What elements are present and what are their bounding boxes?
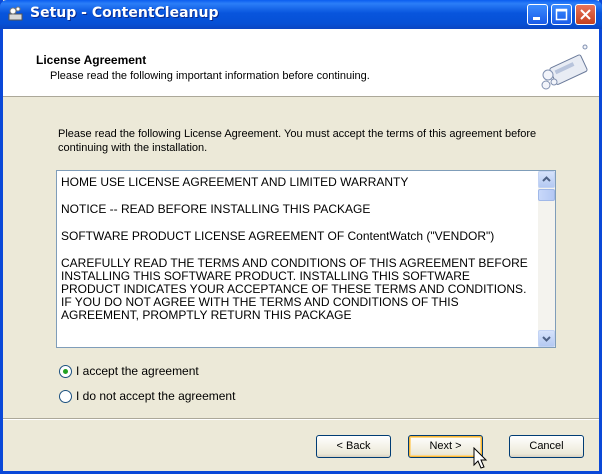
decline-radio-button[interactable] xyxy=(59,389,72,403)
instructions-text: Please read the following License Agreem… xyxy=(58,128,537,154)
close-button[interactable] xyxy=(575,4,596,25)
accept-radio-option[interactable]: I accept the agreement xyxy=(59,364,199,378)
decline-radio-option[interactable]: I do not accept the agreement xyxy=(59,389,235,403)
decline-radio-label[interactable]: I do not accept the agreement xyxy=(76,389,235,403)
scroll-thumb[interactable] xyxy=(538,189,555,201)
installer-disk-icon xyxy=(541,44,588,90)
arrow-cursor-icon xyxy=(473,447,488,469)
page-subtitle: Please read the following important info… xyxy=(50,70,370,82)
setup-icon xyxy=(8,6,23,21)
minimize-button[interactable] xyxy=(527,4,548,25)
license-paragraph: HOME USE LICENSE AGREEMENT AND LIMITED W… xyxy=(61,175,409,189)
accept-radio-button[interactable] xyxy=(59,364,72,378)
page-title: License Agreement xyxy=(36,53,147,67)
title-bar[interactable]: Setup - ContentCleanup xyxy=(0,0,602,29)
scroll-up-button[interactable] xyxy=(538,171,555,188)
scroll-down-button[interactable] xyxy=(538,330,555,347)
chevron-down-icon xyxy=(542,336,551,342)
maximize-button[interactable] xyxy=(551,4,572,25)
license-text: HOME USE LICENSE AGREEMENT AND LIMITED W… xyxy=(61,176,531,336)
footer-divider xyxy=(3,418,599,420)
next-button[interactable]: Next > xyxy=(408,435,483,458)
close-icon xyxy=(580,9,591,20)
back-button[interactable]: < Back xyxy=(316,435,391,458)
license-text-box[interactable]: HOME USE LICENSE AGREEMENT AND LIMITED W… xyxy=(56,170,556,348)
wizard-header: License Agreement Please read the follow… xyxy=(3,29,599,97)
license-scrollbar[interactable] xyxy=(538,171,555,347)
setup-window: Setup - ContentCleanup License Agreement… xyxy=(0,0,602,474)
minimize-icon xyxy=(533,17,540,20)
license-paragraph: SOFTWARE PRODUCT LICENSE AGREEMENT OF Co… xyxy=(61,229,495,243)
maximize-icon xyxy=(555,8,568,21)
accept-radio-label[interactable]: I accept the agreement xyxy=(76,364,199,378)
chevron-up-icon xyxy=(542,176,551,182)
cancel-button[interactable]: Cancel xyxy=(509,435,584,458)
window-title: Setup - ContentCleanup xyxy=(30,5,219,21)
license-paragraph: NOTICE -- READ BEFORE INSTALLING THIS PA… xyxy=(61,202,371,216)
license-paragraph: CAREFULLY READ THE TERMS AND CONDITIONS … xyxy=(61,256,528,322)
